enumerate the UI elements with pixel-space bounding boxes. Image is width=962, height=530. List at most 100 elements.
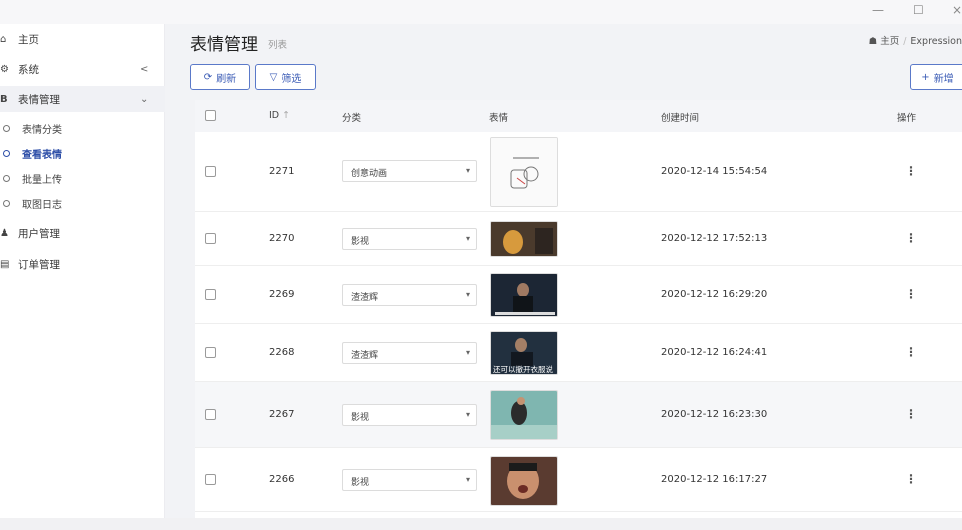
- category-select[interactable]: 创意动画 ▾: [342, 160, 477, 182]
- column-id[interactable]: ID ↑: [269, 110, 290, 121]
- sidebar-subitem-categories[interactable]: 表情分类: [0, 116, 165, 140]
- refresh-icon: ⟳: [203, 71, 213, 83]
- expression-thumbnail[interactable]: [490, 221, 558, 257]
- data-table: ID ↑ 分类 表情 创建时间 操作 2271 创意动画 ▾ 2020-12-1…: [195, 100, 962, 530]
- chevron-down-icon: ⌄: [140, 93, 149, 105]
- row-created: 2020-12-14 15:54:54: [661, 166, 768, 177]
- dashboard-icon: ☗: [868, 36, 878, 47]
- row-checkbox[interactable]: [205, 347, 216, 358]
- row-checkbox[interactable]: [205, 289, 216, 300]
- breadcrumb-home[interactable]: 主页: [880, 36, 899, 47]
- expression-thumbnail[interactable]: 还可以撤开衣服说: [490, 331, 558, 375]
- sidebar-item-system[interactable]: ⚙ 系统 <: [0, 56, 165, 82]
- gear-icon: ⚙: [0, 63, 9, 75]
- caret-down-icon: ▾: [465, 166, 470, 175]
- category-value: 影视: [351, 237, 370, 247]
- filter-icon: ▽: [269, 71, 278, 83]
- sidebar-item-label: 用户管理: [18, 227, 60, 240]
- caret-down-icon: ▾: [465, 290, 470, 299]
- circle-icon: [3, 199, 10, 207]
- table-row: 2268 渣渣辉 ▾ 还可以撤开衣服说 2020-12-12 16:24:41 …: [195, 324, 962, 382]
- row-checkbox[interactable]: [205, 233, 216, 244]
- category-select[interactable]: 影视 ▾: [342, 228, 477, 250]
- row-created: 2020-12-12 16:24:41: [661, 347, 768, 358]
- caret-down-icon: ▾: [465, 475, 470, 484]
- column-expression: 表情: [489, 113, 509, 124]
- order-icon: ▤: [0, 258, 10, 270]
- table-row: 2266 影视 ▾ 2020-12-12 16:17:27 ⋮: [195, 448, 962, 512]
- table-header: ID ↑ 分类 表情 创建时间 操作: [195, 100, 962, 132]
- page-subtitle: 列表: [268, 40, 288, 51]
- filter-button[interactable]: ▽ 筛选: [255, 64, 316, 90]
- sidebar: ⌂ 主页 ⚙ 系统 < B 表情管理 ⌄ 表情分类 查看表情 批量上传 取图日志…: [0, 24, 165, 530]
- expression-thumbnail[interactable]: [490, 273, 558, 317]
- row-created: 2020-12-12 16:29:20: [661, 289, 768, 300]
- caret-down-icon: ▾: [465, 410, 470, 419]
- sidebar-item-label: 主页: [18, 33, 39, 46]
- table-row: 2269 渣渣辉 ▾ 2020-12-12 16:29:20 ⋮: [195, 266, 962, 324]
- caret-down-icon: ▾: [465, 234, 470, 243]
- more-icon[interactable]: ⋮: [905, 164, 917, 178]
- table-row: 2267 影视 ▾ 2020-12-12 16:23:30 ⋮: [195, 382, 962, 448]
- more-icon[interactable]: ⋮: [905, 287, 917, 301]
- row-checkbox[interactable]: [205, 409, 216, 420]
- sidebar-item-label: 表情管理: [18, 93, 60, 106]
- category-value: 渣渣辉: [351, 293, 379, 303]
- circle-icon: [3, 124, 10, 132]
- more-icon[interactable]: ⋮: [905, 231, 917, 245]
- thumbnail-caption: 还可以撤开衣服说: [493, 365, 553, 374]
- row-id: 2271: [269, 166, 295, 177]
- sidebar-subitem-label: 表情分类: [22, 124, 62, 136]
- sidebar-item-orders[interactable]: ▤ 订单管理: [0, 251, 165, 277]
- sidebar-subitem-batch-upload[interactable]: 批量上传: [0, 166, 165, 190]
- sidebar-subitem-log[interactable]: 取图日志: [0, 191, 165, 215]
- user-icon: ♟: [0, 227, 9, 239]
- row-checkbox[interactable]: [205, 474, 216, 485]
- chevron-left-icon: <: [140, 63, 149, 75]
- row-id: 2267: [269, 409, 295, 420]
- category-select[interactable]: 渣渣辉 ▾: [342, 342, 477, 364]
- column-actions: 操作: [897, 113, 917, 124]
- category-select[interactable]: 影视 ▾: [342, 404, 477, 426]
- column-created: 创建时间: [661, 113, 700, 124]
- category-select[interactable]: 影视 ▾: [342, 469, 477, 491]
- expression-thumbnail[interactable]: [490, 390, 558, 440]
- more-icon[interactable]: ⋮: [905, 407, 917, 421]
- home-icon: ⌂: [0, 33, 7, 45]
- table-row: 2270 影视 ▾ 2020-12-12 17:52:13 ⋮: [195, 212, 962, 266]
- close-button[interactable]: ×: [952, 3, 962, 17]
- row-id: 2266: [269, 474, 295, 485]
- b-icon: B: [0, 93, 8, 105]
- main-content: 表情管理 列表 ☗ 主页 / Expression ⟳ 刷新 ▽ 筛选 + 新增 I…: [165, 24, 962, 530]
- category-value: 创意动画: [351, 169, 388, 179]
- add-button[interactable]: + 新增: [910, 64, 962, 90]
- refresh-button[interactable]: ⟳ 刷新: [190, 64, 250, 90]
- sidebar-item-label: 订单管理: [18, 258, 60, 271]
- category-select[interactable]: 渣渣辉 ▾: [342, 284, 477, 306]
- caret-down-icon: ▾: [465, 348, 470, 357]
- row-checkbox[interactable]: [205, 166, 216, 177]
- sidebar-item-expression[interactable]: B 表情管理 ⌄: [0, 86, 165, 112]
- sidebar-subitem-view[interactable]: 查看表情: [0, 141, 165, 165]
- minimize-button[interactable]: —: [872, 3, 884, 17]
- sidebar-subitem-label: 批量上传: [22, 174, 62, 186]
- sidebar-subitem-label: 取图日志: [22, 199, 62, 211]
- row-created: 2020-12-12 17:52:13: [661, 233, 768, 244]
- select-all-checkbox[interactable]: [205, 110, 216, 121]
- expression-thumbnail[interactable]: [490, 137, 558, 207]
- maximize-button[interactable]: ☐: [913, 3, 924, 17]
- more-icon[interactable]: ⋮: [905, 472, 917, 486]
- sidebar-item-home[interactable]: ⌂ 主页: [0, 26, 165, 52]
- row-id: 2269: [269, 289, 295, 300]
- sidebar-subitem-label: 查看表情: [22, 149, 62, 161]
- circle-icon: [3, 174, 10, 182]
- plus-icon: +: [921, 71, 930, 83]
- sort-icon[interactable]: ↑: [282, 110, 290, 121]
- add-label: 新增: [933, 73, 954, 85]
- sidebar-item-users[interactable]: ♟ 用户管理: [0, 220, 165, 246]
- expression-thumbnail[interactable]: [490, 456, 558, 506]
- page-title: 表情管理: [190, 35, 258, 55]
- more-icon[interactable]: ⋮: [905, 345, 917, 359]
- sidebar-item-label: 系统: [18, 63, 39, 76]
- row-id: 2268: [269, 347, 295, 358]
